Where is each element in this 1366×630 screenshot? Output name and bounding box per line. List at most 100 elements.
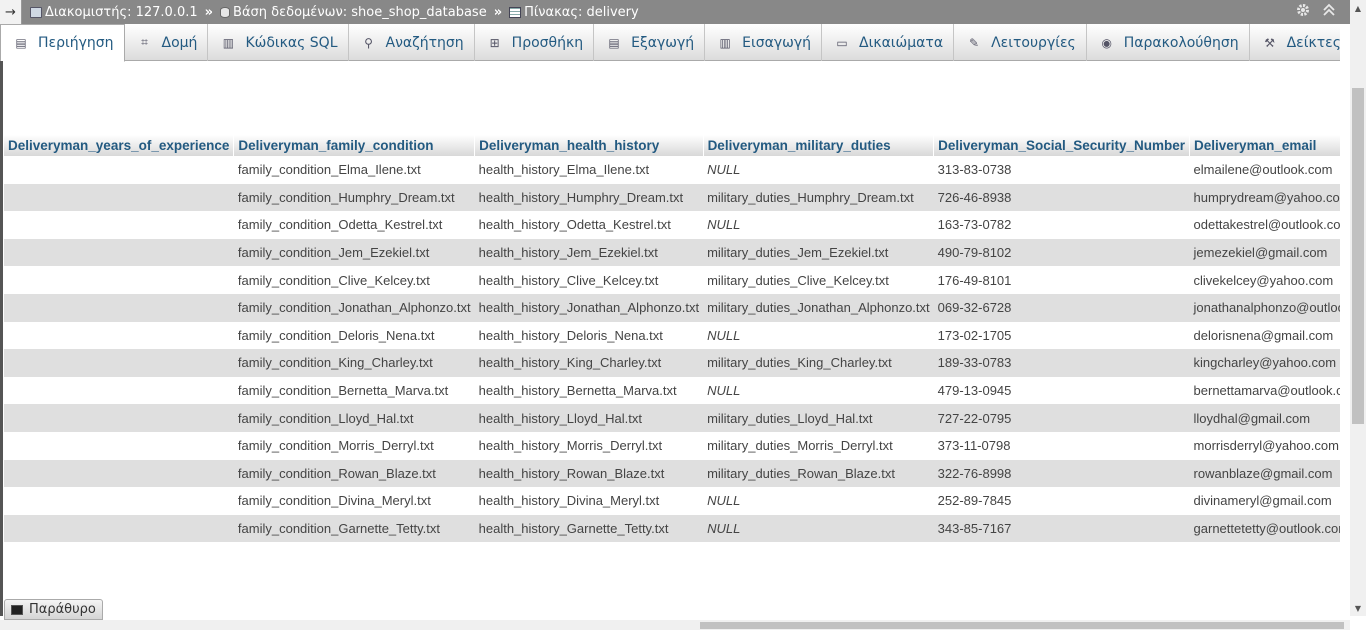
table-cell[interactable]: 343-85-7167 <box>933 514 1190 543</box>
table-cell[interactable]: humprydream@yahoo.com <box>1189 183 1340 212</box>
table-cell[interactable]: health_history_Elma_Ilene.txt <box>474 156 704 184</box>
column-header[interactable]: Deliveryman_years_of_experience <box>4 135 235 156</box>
collapse-navigation-button[interactable]: → <box>0 0 22 24</box>
table-cell[interactable]: garnettetetty@outlook.com <box>1189 514 1340 543</box>
table-cell[interactable]: family_condition_Clive_Kelcey.txt <box>233 266 475 294</box>
tab-search[interactable]: ⚲ Αναζήτηση <box>349 24 475 61</box>
table-cell[interactable]: family_condition_King_Charley.txt <box>233 349 475 377</box>
table-row[interactable]: family_condition_Odetta_Kestrel.txt healt… <box>4 211 1340 239</box>
table-cell[interactable]: military_duties_Lloyd_Hal.txt <box>703 404 934 432</box>
table-cell[interactable] <box>4 349 234 377</box>
table-cell[interactable]: health_history_Rowan_Blaze.txt <box>474 459 704 488</box>
table-cell[interactable]: rowanblaze@gmail.com <box>1189 459 1340 488</box>
table-cell[interactable] <box>4 238 234 267</box>
tab-import[interactable]: ▥ Εισαγωγή <box>705 24 823 61</box>
scroll-up-icon[interactable]: ▲ <box>1350 0 1366 16</box>
table-cell[interactable]: health_history_Jem_Ezekiel.txt <box>474 238 704 267</box>
table-cell[interactable]: family_condition_Morris_Derryl.txt <box>233 431 475 460</box>
table-cell[interactable]: 479-13-0945 <box>933 376 1190 405</box>
column-header[interactable]: Deliveryman_email <box>1189 135 1340 156</box>
table-cell[interactable]: health_history_Lloyd_Hal.txt <box>474 404 704 432</box>
table-cell[interactable]: 726-46-8938 <box>933 183 1190 212</box>
table-cell[interactable]: NULL <box>703 514 934 543</box>
column-header[interactable]: Deliveryman_health_history <box>474 135 704 156</box>
table-cell[interactable]: military_duties_Jem_Ezekiel.txt <box>703 238 934 267</box>
table-cell[interactable]: 189-33-0783 <box>933 349 1190 377</box>
console-toggle-button[interactable]: Παράθυρο <box>4 599 103 620</box>
table-cell[interactable] <box>4 404 234 432</box>
table-row[interactable]: family_condition_Bernetta_Marva.txt healt… <box>4 376 1340 405</box>
horizontal-scrollbar-thumb[interactable] <box>700 622 1344 629</box>
table-cell[interactable]: NULL <box>703 321 934 350</box>
scroll-down-icon[interactable]: ▼ <box>1350 600 1366 616</box>
column-header[interactable]: Deliveryman_military_duties <box>703 135 935 156</box>
table-cell[interactable]: 727-22-0795 <box>933 404 1190 432</box>
table-cell[interactable]: bernettamarva@outlook.com <box>1189 376 1340 405</box>
table-cell[interactable] <box>4 514 234 543</box>
gear-icon[interactable] <box>1296 3 1310 21</box>
tab-privileges[interactable]: ▭ Δικαιώματα <box>822 24 955 61</box>
table-cell[interactable]: health_history_Bernetta_Marva.txt <box>474 376 704 405</box>
table-cell[interactable]: military_duties_Rowan_Blaze.txt <box>703 459 934 488</box>
table-cell[interactable]: family_condition_Rowan_Blaze.txt <box>233 459 475 488</box>
table-cell[interactable]: health_history_Deloris_Nena.txt <box>474 321 704 350</box>
breadcrumb-server[interactable]: Διακομιστής: 127.0.0.1 <box>30 5 198 20</box>
table-cell[interactable]: health_history_Odetta_Kestrel.txt <box>474 211 704 239</box>
table-cell[interactable]: family_condition_Odetta_Kestrel.txt <box>233 211 475 239</box>
table-row[interactable]: family_condition_Jonathan_Alphonzo.txt he… <box>4 293 1340 322</box>
table-cell[interactable]: morrisderryl@yahoo.com <box>1189 431 1340 460</box>
table-row[interactable]: family_condition_Lloyd_Hal.txt health_his… <box>4 404 1340 432</box>
table-row[interactable]: family_condition_Humphry_Dream.txt health… <box>4 183 1340 212</box>
table-row[interactable]: family_condition_King_Charley.txt health_… <box>4 349 1340 377</box>
table-cell[interactable]: health_history_Garnette_Tetty.txt <box>474 514 704 543</box>
table-row[interactable]: family_condition_Rowan_Blaze.txt health_h… <box>4 459 1340 488</box>
table-cell[interactable]: health_history_Divina_Meryl.txt <box>474 487 704 515</box>
table-cell[interactable]: 322-76-8998 <box>933 459 1190 488</box>
tab-operations[interactable]: ✎ Λειτουργίες <box>954 24 1087 61</box>
table-cell[interactable]: family_condition_Lloyd_Hal.txt <box>233 404 475 432</box>
breadcrumb-database[interactable]: Βάση δεδομένων: shoe_shop_database <box>220 5 487 20</box>
table-cell[interactable] <box>4 376 234 405</box>
table-cell[interactable]: jonathanalphonzo@outloook.com <box>1189 293 1340 322</box>
table-cell[interactable]: health_history_Morris_Derryl.txt <box>474 431 704 460</box>
table-cell[interactable] <box>4 266 234 294</box>
table-cell[interactable]: 163-73-0782 <box>933 211 1190 239</box>
vertical-scrollbar[interactable]: ▲ ▼ <box>1350 0 1366 616</box>
horizontal-scrollbar[interactable] <box>0 620 1350 630</box>
table-cell[interactable]: military_duties_King_Charley.txt <box>703 349 934 377</box>
tab-tracking[interactable]: ◉ Παρακολούθηση <box>1087 24 1250 61</box>
tab-browse[interactable]: ▤ Περιήγηση <box>0 24 125 62</box>
table-row[interactable]: family_condition_Jem_Ezekiel.txt health_h… <box>4 238 1340 267</box>
table-cell[interactable]: delorisnena@gmail.com <box>1189 321 1340 350</box>
table-cell[interactable]: military_duties_Jonathan_Alphonzo.txt <box>703 293 934 322</box>
table-cell[interactable]: elmailene@outlook.com <box>1189 156 1340 184</box>
table-cell[interactable] <box>4 459 234 488</box>
table-cell[interactable]: military_duties_Clive_Kelcey.txt <box>703 266 934 294</box>
table-cell[interactable]: 069-32-6728 <box>933 293 1190 322</box>
table-cell[interactable]: 173-02-1705 <box>933 321 1190 350</box>
table-cell[interactable]: family_condition_Jonathan_Alphonzo.txt <box>233 293 475 322</box>
table-cell[interactable]: family_condition_Bernetta_Marva.txt <box>233 376 475 405</box>
table-cell[interactable] <box>4 156 234 184</box>
tab-structure[interactable]: ⌗ Δομή <box>125 24 209 61</box>
table-cell[interactable]: 176-49-8101 <box>933 266 1190 294</box>
table-cell[interactable]: odettakestrel@outlook.com <box>1189 211 1340 239</box>
table-cell[interactable]: family_condition_Divina_Meryl.txt <box>233 487 475 515</box>
table-cell[interactable]: family_condition_Garnette_Tetty.txt <box>233 514 475 543</box>
table-cell[interactable] <box>4 321 234 350</box>
table-cell[interactable]: family_condition_Elma_Ilene.txt <box>233 156 475 184</box>
table-row[interactable]: family_condition_Deloris_Nena.txt health_… <box>4 321 1340 350</box>
table-cell[interactable]: health_history_Clive_Kelcey.txt <box>474 266 704 294</box>
table-cell[interactable]: NULL <box>703 487 934 515</box>
table-row[interactable]: family_condition_Morris_Derryl.txt health… <box>4 431 1340 460</box>
table-cell[interactable] <box>4 431 234 460</box>
table-cell[interactable] <box>4 487 234 515</box>
tab-export[interactable]: ▤ Εξαγωγή <box>594 24 706 61</box>
table-cell[interactable] <box>4 293 234 322</box>
table-row[interactable]: family_condition_Divina_Meryl.txt health_… <box>4 487 1340 515</box>
table-cell[interactable]: family_condition_Jem_Ezekiel.txt <box>233 238 475 267</box>
table-cell[interactable]: 313-83-0738 <box>933 156 1190 184</box>
table-cell[interactable]: kingcharley@yahoo.com <box>1189 349 1340 377</box>
tab-sql[interactable]: ▥ Κώδικας SQL <box>208 24 349 61</box>
table-row[interactable]: family_condition_Garnette_Tetty.txt healt… <box>4 514 1340 543</box>
